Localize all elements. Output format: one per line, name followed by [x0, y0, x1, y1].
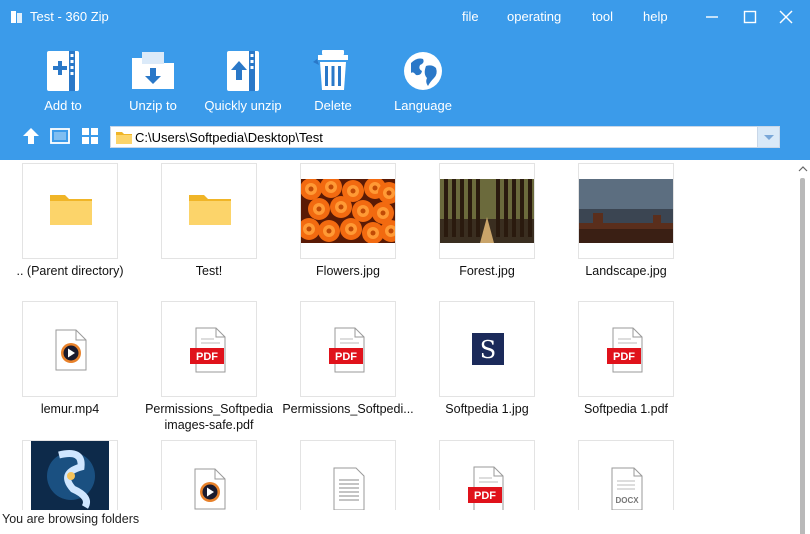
quick-unzip-icon	[227, 51, 259, 91]
file-tile[interactable]	[578, 163, 674, 259]
video-file-icon	[55, 329, 87, 371]
add-to-label: Add to	[44, 98, 82, 113]
pdf-icon: PDF	[190, 327, 226, 373]
file-grid: .. (Parent directory) Test! Flowers.jpg …	[0, 160, 796, 510]
maximize-icon[interactable]	[736, 6, 764, 28]
svg-text:PDF: PDF	[474, 490, 496, 502]
pdf-icon: PDF	[329, 327, 365, 373]
scroll-up-icon[interactable]	[796, 163, 810, 175]
file-tile[interactable]	[22, 301, 118, 397]
menu-help[interactable]: help	[643, 9, 668, 24]
quickly-unzip-button[interactable]: Quickly unzip	[197, 48, 289, 118]
file-tile[interactable]	[22, 440, 118, 510]
file-name: Permissions_Softpedia images-safe.pdf	[145, 402, 273, 432]
add-to-button[interactable]: Add to	[17, 48, 109, 118]
file-tile[interactable]	[300, 163, 396, 259]
folder-icon	[50, 195, 92, 225]
globe-icon	[404, 52, 442, 90]
file-tile[interactable]: DOCX	[578, 440, 674, 510]
header-bar: Test - 360 Zip file operating tool help …	[0, 0, 810, 160]
forest-thumbnail	[440, 179, 534, 243]
file-name: Softpedia 1.pdf	[583, 402, 669, 416]
svg-text:S: S	[480, 336, 496, 364]
svg-text:PDF: PDF	[613, 351, 635, 363]
scroll-thumb[interactable]	[800, 178, 805, 534]
svg-text:PDF: PDF	[196, 351, 218, 363]
softpedia-logo-thumbnail: S	[472, 333, 504, 365]
quickly-unzip-label: Quickly unzip	[204, 98, 282, 113]
file-name: Flowers.jpg	[316, 264, 380, 278]
landscape-thumbnail	[579, 179, 673, 243]
svg-text:PDF: PDF	[335, 351, 357, 363]
title-bar[interactable]: Test - 360 Zip file operating tool help	[0, 0, 810, 34]
unzip-folder-icon	[132, 52, 174, 89]
docx-file-icon: DOCX	[611, 467, 643, 510]
file-tile[interactable]	[22, 163, 118, 259]
file-tile[interactable]	[300, 440, 396, 510]
text-file-icon	[333, 467, 365, 510]
menu-file[interactable]: file	[462, 9, 479, 24]
pdf-icon: PDF	[607, 327, 643, 373]
file-tile[interactable]: PDF	[300, 301, 396, 397]
file-tile[interactable]: PDF	[439, 440, 535, 510]
delete-label: Delete	[314, 98, 352, 113]
file-tile[interactable]	[161, 440, 257, 510]
file-tile[interactable]: PDF	[578, 301, 674, 397]
flowers-thumbnail	[301, 179, 395, 243]
menu-operating[interactable]: operating	[507, 9, 561, 24]
file-tile[interactable]	[439, 163, 535, 259]
folder-icon	[116, 132, 132, 144]
add-archive-icon	[47, 51, 79, 91]
address-bar[interactable]	[110, 126, 780, 148]
list-view-icon[interactable]	[49, 126, 71, 146]
file-tile[interactable]: PDF	[161, 301, 257, 397]
app-icon	[11, 11, 22, 23]
address-input[interactable]	[135, 128, 755, 146]
file-name: Test!	[195, 264, 223, 278]
address-dropdown[interactable]	[757, 127, 779, 147]
file-name: Permissions_Softpedi...	[282, 402, 414, 416]
file-tile[interactable]: S	[439, 301, 535, 397]
close-icon[interactable]	[772, 6, 800, 28]
language-button[interactable]: Language	[377, 48, 469, 118]
file-name: Landscape.jpg	[585, 264, 667, 278]
file-name: lemur.mp4	[40, 402, 100, 416]
delete-button[interactable]: Delete	[287, 48, 379, 118]
file-name: Softpedia 1.jpg	[445, 402, 529, 416]
status-text: You are browsing folders	[2, 512, 140, 526]
unzip-to-label: Unzip to	[129, 98, 177, 113]
file-name: Forest.jpg	[459, 264, 515, 278]
svg-text:DOCX: DOCX	[615, 496, 639, 505]
video-file-icon	[194, 468, 226, 510]
chevron-down-icon	[764, 135, 774, 140]
trash-icon	[313, 50, 348, 90]
folder-icon	[189, 195, 231, 225]
up-arrow-icon[interactable]	[20, 126, 42, 146]
unzip-to-button[interactable]: Unzip to	[107, 48, 199, 118]
file-tile[interactable]	[161, 163, 257, 259]
minimize-icon[interactable]	[698, 6, 726, 28]
language-label: Language	[394, 98, 452, 113]
window-title: Test - 360 Zip	[30, 9, 109, 24]
file-name: .. (Parent directory)	[16, 264, 124, 278]
pdf-icon: PDF	[468, 466, 504, 510]
grid-view-icon[interactable]	[79, 126, 101, 146]
menu-tool[interactable]: tool	[592, 9, 613, 24]
vertical-scrollbar[interactable]	[796, 160, 810, 534]
abstract-thumbnail	[31, 441, 109, 510]
